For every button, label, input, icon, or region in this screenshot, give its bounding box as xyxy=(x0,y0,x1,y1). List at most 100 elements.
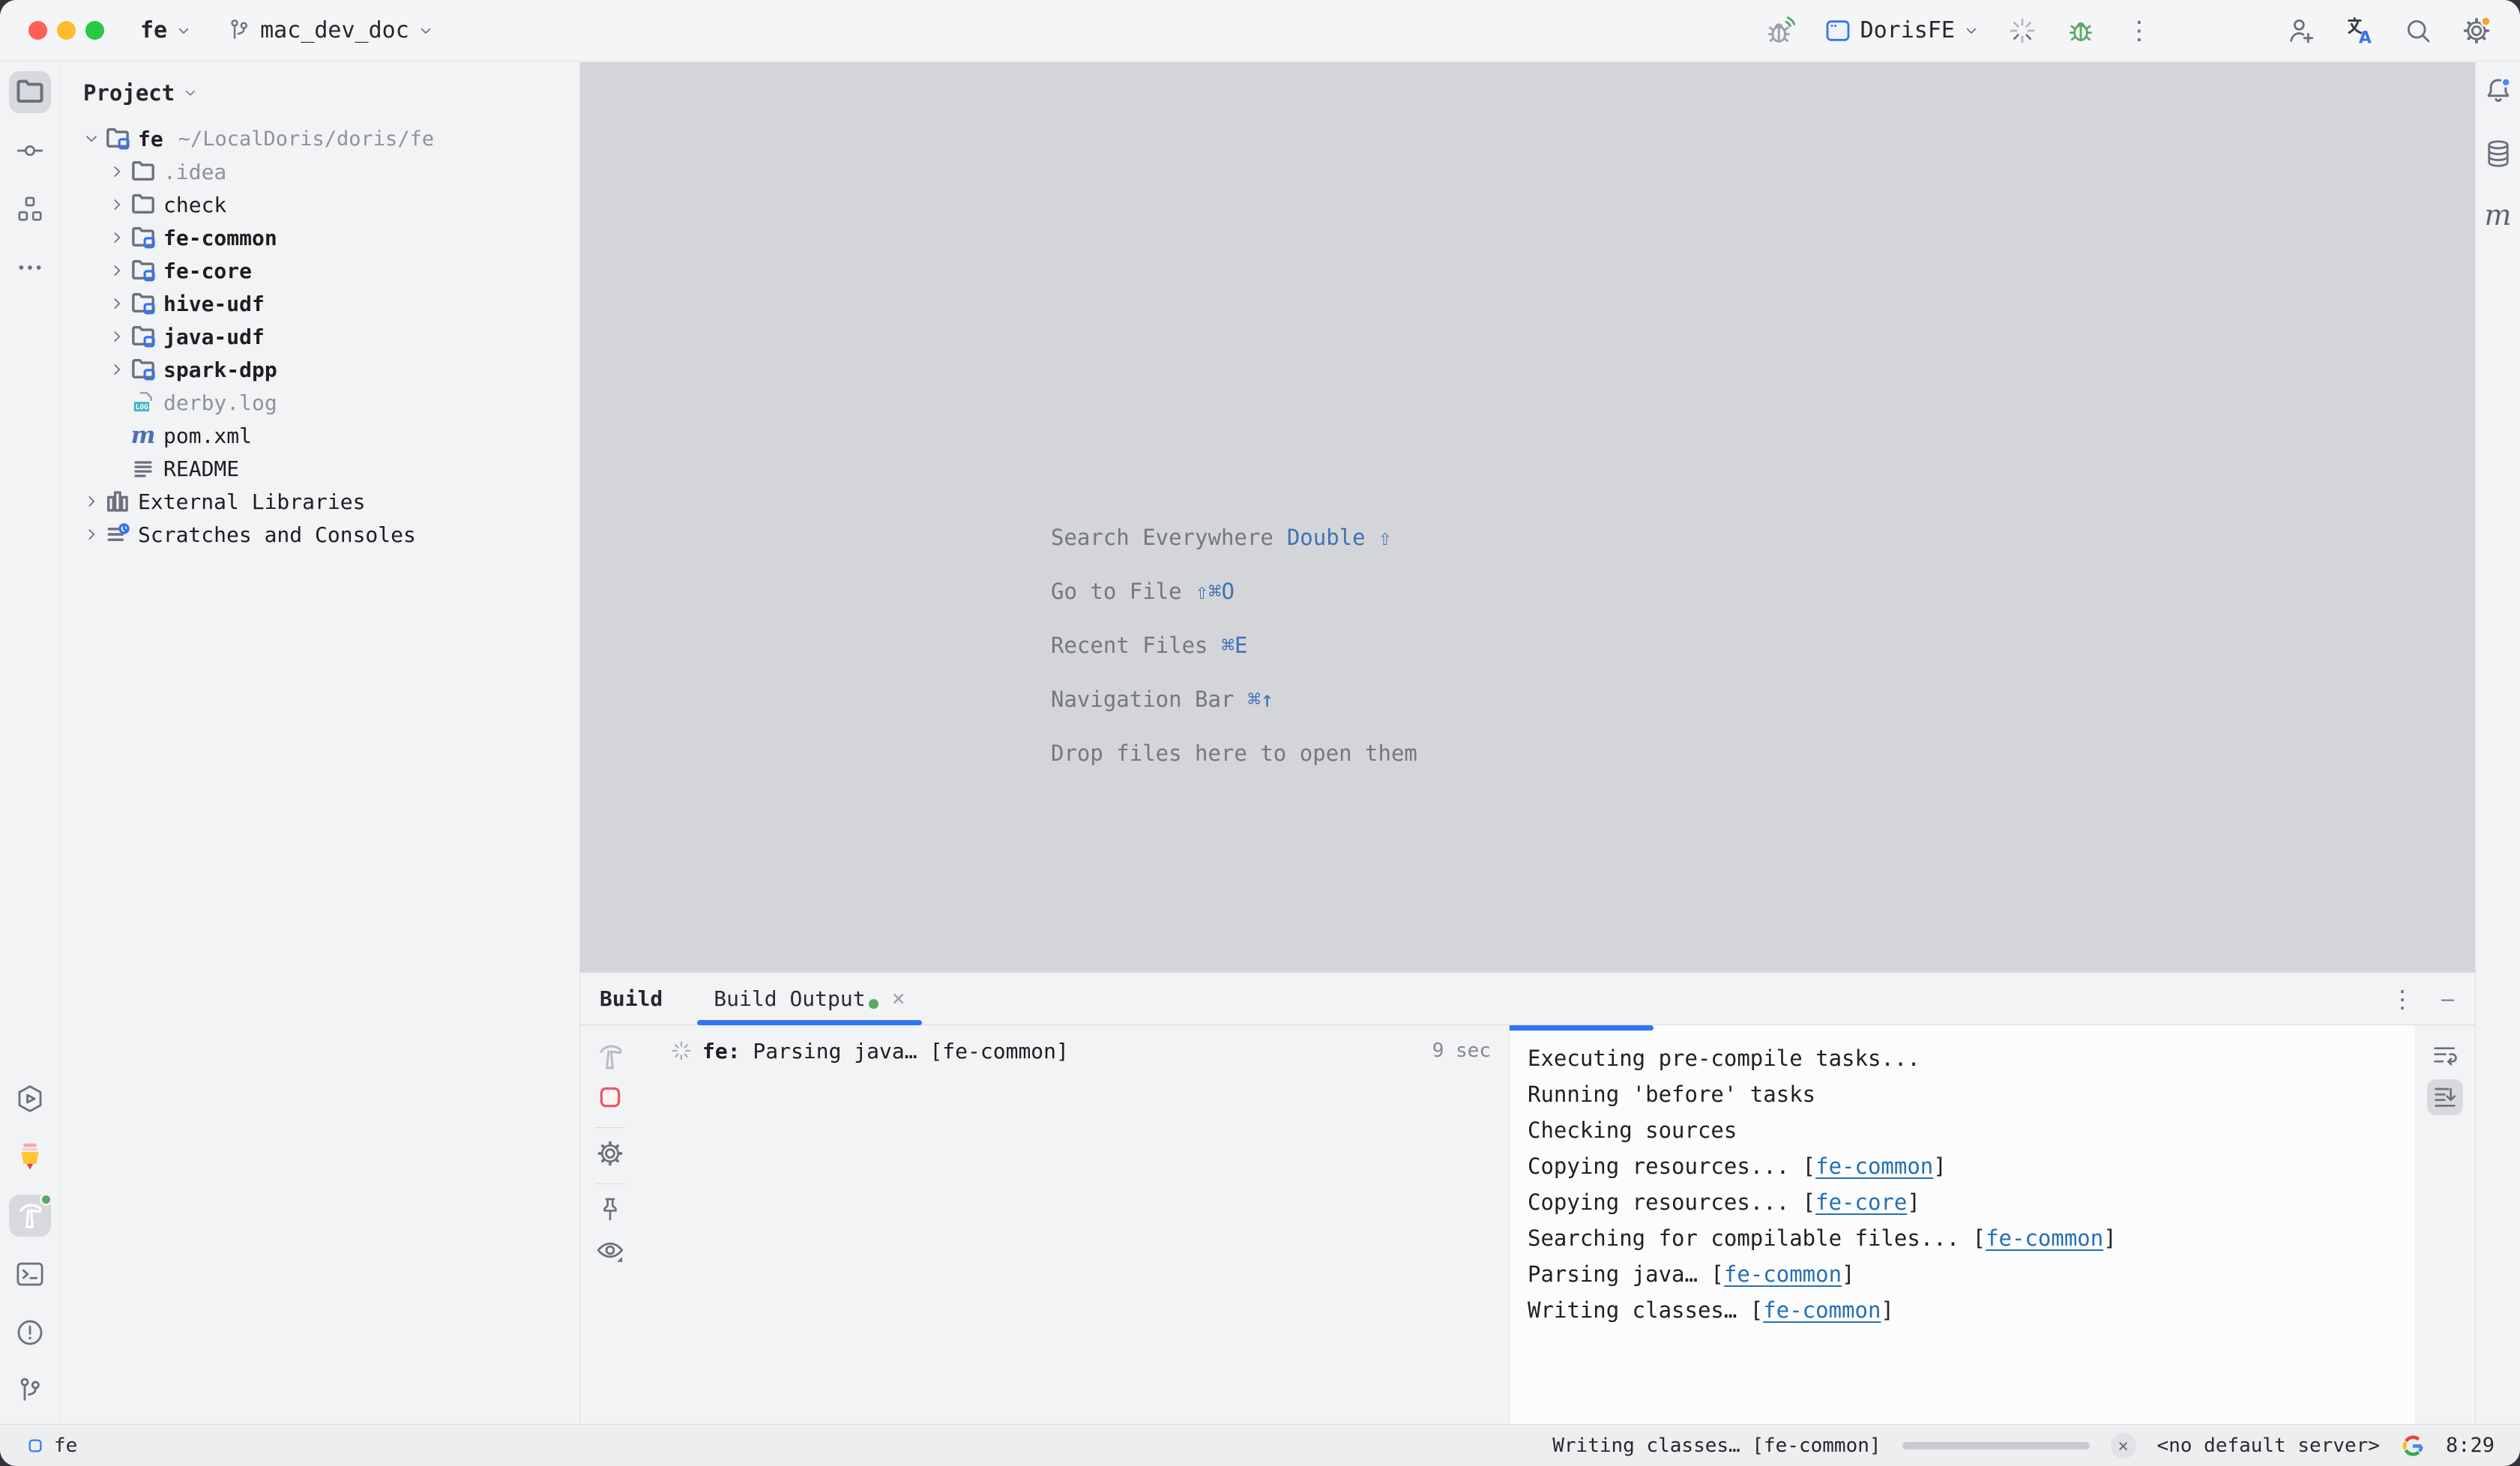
debug-icon[interactable] xyxy=(2064,14,2097,47)
tree-item-label: fe xyxy=(138,127,163,151)
build-output-console[interactable]: Executing pre-compile tasks... Running '… xyxy=(1510,1025,2415,1424)
maven-panel-icon[interactable]: m xyxy=(2480,197,2516,233)
vcs-branch-widget[interactable]: mac_dev_doc xyxy=(226,17,435,44)
tree-item-java-udf[interactable]: java-udf xyxy=(61,320,579,353)
tree-indent-spacer xyxy=(104,391,130,414)
tool-terminal-icon[interactable] xyxy=(9,1253,51,1295)
tool-structure-icon[interactable] xyxy=(9,188,51,230)
tree-item-label: fe-common xyxy=(163,226,277,250)
build-output-toolbar xyxy=(2415,1025,2475,1424)
tool-more-icon[interactable] xyxy=(9,247,51,289)
translate-icon[interactable]: A xyxy=(2343,14,2376,47)
chevron-right-icon[interactable] xyxy=(104,325,130,348)
tree-item-label: check xyxy=(163,193,226,217)
hint-navigation-bar[interactable]: Navigation Bar⌘↑ xyxy=(1051,672,1417,726)
module-folder-icon xyxy=(130,257,157,284)
module-folder-icon xyxy=(130,290,157,317)
hint-recent-files[interactable]: Recent Files⌘E xyxy=(1051,618,1417,672)
project-panel-header[interactable]: Project xyxy=(61,62,579,113)
maven-file-icon: m xyxy=(130,422,157,449)
chevron-right-icon[interactable] xyxy=(104,160,130,183)
build-settings-icon[interactable] xyxy=(592,1135,628,1171)
settings-gear-icon[interactable] xyxy=(2460,14,2493,47)
hint-go-to-file[interactable]: Go to File⇧⌘O xyxy=(1051,564,1417,618)
log-file-icon: LOG xyxy=(130,389,157,416)
git-branch-icon xyxy=(226,17,253,44)
tool-crayon-plugin-icon[interactable] xyxy=(9,1136,51,1178)
tree-item-label: External Libraries xyxy=(138,489,365,514)
google-logo-icon[interactable] xyxy=(2401,1434,2425,1458)
tree-item-idea[interactable]: .idea xyxy=(61,155,579,188)
close-window-button[interactable] xyxy=(28,21,47,40)
status-default-server[interactable]: <no default server> xyxy=(2157,1435,2380,1457)
module-folder-icon xyxy=(104,125,131,152)
module-link[interactable]: fe-common xyxy=(1815,1153,1933,1179)
scroll-to-end-icon[interactable] xyxy=(2427,1079,2463,1115)
chevron-right-icon[interactable] xyxy=(79,523,104,546)
svg-text:A: A xyxy=(2359,28,2372,47)
notifications-bell-icon[interactable] xyxy=(2480,74,2516,110)
tree-item-external-libraries[interactable]: External Libraries xyxy=(61,485,579,518)
database-icon[interactable] xyxy=(2480,136,2516,172)
build-more-options-icon[interactable]: ⋮ xyxy=(2390,987,2414,1011)
project-widget[interactable]: fe xyxy=(140,17,193,43)
view-options-eye-icon[interactable] xyxy=(592,1232,628,1268)
attach-debugger-icon[interactable] xyxy=(1764,14,1797,47)
tab-build-output[interactable]: Build Output × xyxy=(697,973,921,1025)
minimize-window-button[interactable] xyxy=(57,21,76,40)
build-panel-header: Build Build Output × ⋮ — xyxy=(580,973,2475,1025)
run-configuration-selector[interactable]: DorisFE xyxy=(1823,16,1980,46)
run-config-name: DorisFE xyxy=(1860,17,1955,43)
cancel-progress-icon[interactable]: × xyxy=(2111,1433,2136,1459)
status-project-widget[interactable]: fe xyxy=(27,1435,77,1457)
code-with-me-icon[interactable] xyxy=(2285,14,2318,47)
stop-build-icon[interactable] xyxy=(592,1079,628,1115)
module-link[interactable]: fe-common xyxy=(1763,1297,1881,1323)
tree-item-fe-root[interactable]: fe ~/LocalDoris/doris/fe xyxy=(61,122,579,155)
status-project-name: fe xyxy=(54,1435,77,1457)
tree-item-spark-dpp[interactable]: spark-dpp xyxy=(61,353,579,386)
tool-services-icon[interactable] xyxy=(9,1078,51,1120)
chevron-right-icon[interactable] xyxy=(104,358,130,381)
tree-item-readme[interactable]: README xyxy=(61,452,579,485)
module-folder-icon xyxy=(130,323,157,350)
tool-problems-icon[interactable] xyxy=(9,1312,51,1354)
tree-item-pom-xml[interactable]: m pom.xml xyxy=(61,419,579,452)
rerun-build-icon[interactable] xyxy=(592,1039,628,1075)
tree-item-fe-common[interactable]: fe-common xyxy=(61,221,579,254)
soft-wrap-icon[interactable] xyxy=(2427,1037,2463,1073)
run-spinner-icon[interactable] xyxy=(2006,14,2039,47)
tool-commit-icon[interactable] xyxy=(9,130,51,172)
chevron-down-icon[interactable] xyxy=(79,127,104,150)
tree-item-check[interactable]: check xyxy=(61,188,579,221)
project-tree: fe ~/LocalDoris/doris/fe .idea check xyxy=(61,122,579,551)
maximize-window-button[interactable] xyxy=(85,21,104,40)
pin-tab-icon[interactable] xyxy=(592,1192,628,1228)
module-link[interactable]: fe-core xyxy=(1815,1189,1907,1215)
chevron-right-icon[interactable] xyxy=(104,292,130,315)
tree-item-fe-core[interactable]: fe-core xyxy=(61,254,579,287)
search-icon[interactable] xyxy=(2402,14,2435,47)
module-link[interactable]: fe-common xyxy=(1986,1225,2103,1251)
tree-item-label: derby.log xyxy=(163,390,277,415)
tool-project-icon[interactable] xyxy=(9,71,51,113)
build-tree-row[interactable]: fe: Parsing java… [fe-common] 9 sec xyxy=(639,1033,1509,1069)
tree-item-scratches[interactable]: Scratches and Consoles xyxy=(61,518,579,551)
tool-build-icon[interactable] xyxy=(9,1195,51,1237)
hint-search-everywhere[interactable]: Search EverywhereDouble ⇧ xyxy=(1051,510,1417,564)
more-actions-icon[interactable]: ⋮ xyxy=(2123,14,2156,47)
tree-item-hive-udf[interactable]: hive-udf xyxy=(61,287,579,320)
chevron-right-icon[interactable] xyxy=(104,193,130,216)
module-link[interactable]: fe-common xyxy=(1724,1261,1842,1287)
hide-tool-window-icon[interactable]: — xyxy=(2441,989,2454,1010)
module-folder-icon xyxy=(130,224,157,251)
chevron-right-icon[interactable] xyxy=(104,226,130,249)
tree-item-label: fe-core xyxy=(163,259,252,283)
chevron-right-icon[interactable] xyxy=(104,259,130,282)
branch-name-label: mac_dev_doc xyxy=(260,17,409,43)
tree-item-derby-log[interactable]: LOG derby.log xyxy=(61,386,579,419)
tool-git-icon[interactable] xyxy=(9,1370,51,1412)
chevron-right-icon[interactable] xyxy=(79,490,104,513)
close-icon[interactable]: × xyxy=(892,988,905,1010)
ide-window: fe mac_dev_doc xyxy=(0,0,2520,1466)
